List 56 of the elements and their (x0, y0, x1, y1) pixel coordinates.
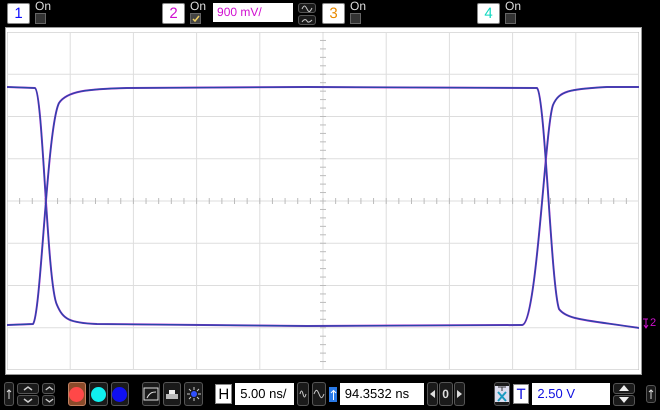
triangle-down-icon (618, 397, 629, 403)
screenshot-button[interactable] (142, 382, 160, 406)
channel-number-button[interactable]: 1 (7, 3, 30, 24)
window-icon (142, 387, 159, 401)
ac-coupling-button[interactable] (298, 3, 316, 13)
triangle-up-icon (618, 385, 629, 391)
trace-marker-label: 2 (650, 317, 656, 329)
color-swatch-button[interactable] (89, 382, 108, 406)
triangle-right-icon (456, 390, 462, 398)
wave-icon (299, 388, 308, 400)
channel-on-checkbox[interactable] (190, 13, 201, 24)
fine-wave-button[interactable] (297, 382, 310, 406)
time-per-division-field[interactable]: 5.00 ns/ (235, 383, 294, 405)
channel-on-label: On (350, 0, 366, 12)
scroll-down-button[interactable] (17, 394, 40, 406)
trigger-label: T (512, 384, 530, 404)
dc-coupling-button[interactable] (298, 15, 316, 25)
channel-on-checkbox[interactable] (505, 13, 516, 24)
chevron-down-icon (43, 396, 54, 404)
arrow-up-icon (330, 388, 337, 400)
level-down-button[interactable] (612, 394, 635, 406)
trigger-arrow-button[interactable] (646, 385, 656, 403)
wave-icon (301, 16, 314, 24)
channel-on-label: On (190, 0, 206, 12)
zero-button[interactable]: 0 (438, 382, 453, 406)
volts-per-division-field[interactable]: 900 mV/ (213, 3, 294, 22)
arrow-up-icon (5, 388, 14, 400)
arrow-up-icon (646, 388, 655, 400)
next-button[interactable] (454, 382, 465, 406)
time-delay-field[interactable]: 94.3532 ns (340, 383, 424, 405)
chevron-up-icon (43, 384, 54, 392)
triangle-left-icon (430, 390, 435, 398)
color-swatch-button[interactable] (110, 382, 130, 406)
trigger-level-field[interactable]: 2.50 V (532, 383, 610, 405)
trigger-arrow-button[interactable] (4, 382, 14, 406)
wave-button[interactable] (312, 382, 326, 406)
trigger-x-icon (494, 386, 509, 402)
brightness-button[interactable] (184, 382, 203, 406)
channel-on-checkbox[interactable] (35, 13, 46, 24)
step-up-button[interactable] (42, 382, 56, 394)
sun-icon (186, 386, 202, 402)
horizontal-label: H (215, 384, 232, 404)
previous-button[interactable] (426, 382, 438, 406)
trigger-mode-button[interactable] (494, 382, 510, 406)
channel-number-button[interactable]: 2 (162, 3, 185, 24)
sine-wave-icon (313, 388, 326, 400)
printer-button[interactable] (163, 382, 182, 406)
channel-on-checkbox[interactable] (350, 13, 361, 24)
scroll-up-button[interactable] (17, 382, 40, 394)
step-down-button[interactable] (42, 394, 56, 406)
sine-wave-icon (301, 4, 314, 12)
channel-on-label: On (505, 0, 522, 12)
channel-on-label: On (35, 0, 52, 12)
level-up-button[interactable] (612, 382, 635, 394)
color-swatch-button[interactable] (68, 382, 86, 406)
ground-marker-icon (643, 316, 649, 330)
